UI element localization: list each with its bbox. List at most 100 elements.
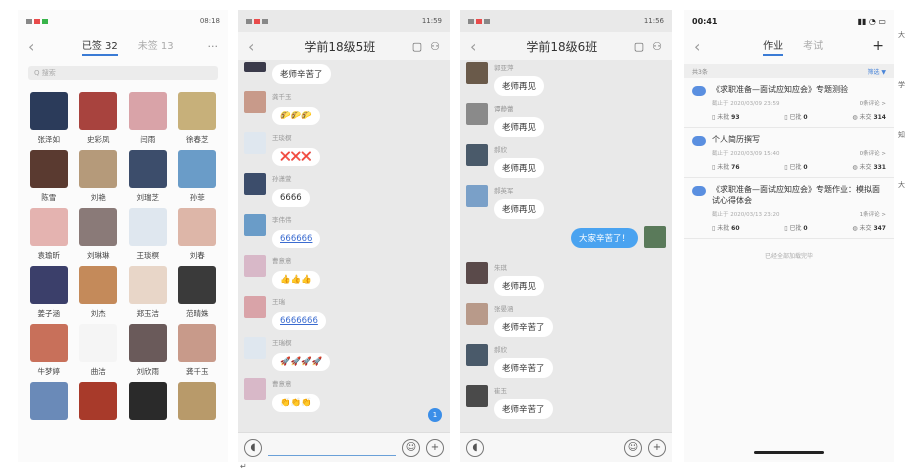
- status-time: 11:59: [421, 17, 442, 25]
- message-bubble: 老师辛苦了: [494, 399, 553, 419]
- student-card[interactable]: 刘春: [177, 208, 219, 260]
- plus-icon[interactable]: +: [648, 438, 666, 457]
- student-card[interactable]: 龚千玉: [177, 324, 219, 376]
- student-name: 刘艳: [90, 193, 106, 202]
- sender-name: 王琰榠: [272, 134, 292, 142]
- chat-message: 崔玉 老师辛苦了: [466, 385, 666, 419]
- members-icon[interactable]: ⚇: [652, 40, 662, 53]
- sender-name: 郝英军: [494, 187, 514, 195]
- message-bubble: 老师再见: [494, 117, 545, 137]
- student-card[interactable]: 刘瑞芝: [127, 150, 169, 202]
- homework-item[interactable]: 《求职准备—面试应知应会》专题作业：模拟面试心得体会 截止于 2020/03/13…: [684, 178, 894, 239]
- student-card[interactable]: 张泽如: [28, 92, 70, 144]
- comment-count[interactable]: 0条评论 >: [860, 99, 886, 107]
- back-icon[interactable]: ‹: [470, 37, 490, 56]
- add-button[interactable]: +: [872, 38, 884, 54]
- ungraded-stat: ▯ 未批 76: [712, 164, 740, 171]
- message-input[interactable]: [268, 440, 396, 456]
- message-bubble: 👏👏👏: [272, 394, 320, 412]
- sender-name: 郝欣: [494, 346, 507, 354]
- tab-unsigned[interactable]: 未签 13: [138, 37, 174, 56]
- student-name: 刘杰: [90, 309, 106, 318]
- message-bubble[interactable]: 666666: [272, 230, 321, 248]
- avatar: [466, 262, 488, 284]
- chat-message: 郭亚萍 老师再见: [466, 62, 666, 96]
- sender-name: 郭亚萍: [494, 64, 514, 72]
- voice-icon[interactable]: ◖: [466, 438, 484, 457]
- student-card[interactable]: 刘艳: [78, 150, 120, 202]
- avatar: [466, 103, 488, 125]
- comment-count[interactable]: 1条评论 >: [860, 210, 886, 218]
- search-input[interactable]: Q 搜索: [28, 66, 218, 80]
- student-name: 孙菲: [189, 193, 205, 202]
- homework-item[interactable]: 《求职准备—面试应知应会》专题测验 截止于 2020/03/09 23:59 0条评…: [684, 78, 894, 128]
- message-bubble[interactable]: 6666666: [272, 312, 326, 330]
- members-icon[interactable]: ⚇: [430, 40, 440, 53]
- student-card[interactable]: [127, 382, 169, 434]
- files-icon[interactable]: ▢: [412, 40, 422, 53]
- student-card[interactable]: 袁瑜昕: [28, 208, 70, 260]
- student-card[interactable]: 闫雨: [127, 92, 169, 144]
- emoji-icon[interactable]: ☺: [624, 438, 642, 457]
- emoji-icon[interactable]: ☺: [402, 438, 420, 457]
- avatar: [128, 208, 167, 246]
- student-card[interactable]: 郑玉洁: [127, 266, 169, 318]
- chat-input-bar: ◖ ☺ +: [460, 432, 672, 462]
- chat-message: 李伟伟 666666: [244, 214, 444, 248]
- student-card[interactable]: 刘琳琳: [78, 208, 120, 260]
- student-card[interactable]: 范晴姝: [177, 266, 219, 318]
- student-name: 曲洁: [90, 367, 106, 376]
- back-icon[interactable]: ‹: [28, 37, 48, 56]
- graded-stat: ▯ 已批 0: [784, 114, 808, 121]
- chat-navbar: ‹ 学前18级5班 ▢ ⚇: [238, 32, 450, 60]
- avatar: [29, 208, 68, 246]
- student-card[interactable]: 刘欣雨: [127, 324, 169, 376]
- avatar: [29, 382, 68, 420]
- home-indicator: [754, 451, 824, 454]
- avatar: [29, 150, 68, 188]
- back-icon[interactable]: ‹: [248, 37, 268, 56]
- files-icon[interactable]: ▢: [634, 40, 644, 53]
- tab-signed[interactable]: 已签 32: [81, 37, 118, 56]
- student-card[interactable]: [78, 382, 120, 434]
- student-card[interactable]: 徐春芝: [177, 92, 219, 144]
- student-card[interactable]: [28, 382, 70, 434]
- tab-exam[interactable]: 考试: [803, 37, 823, 56]
- avatar: [29, 92, 68, 130]
- unsubmitted-stat: ◍ 未交 314: [852, 114, 886, 121]
- student-card[interactable]: [177, 382, 219, 434]
- more-icon[interactable]: ···: [208, 40, 219, 53]
- student-card[interactable]: 史彩凤: [78, 92, 120, 144]
- student-name: 徐春芝: [186, 135, 209, 144]
- back-icon[interactable]: ‹: [694, 37, 714, 56]
- voice-icon[interactable]: ◖: [244, 438, 262, 457]
- avatar: [79, 92, 118, 130]
- homework-item[interactable]: 个人简历撰写 截止于 2020/03/09 15:40 0条评论 > ▯ 未批 76 ▯…: [684, 128, 894, 178]
- avatar: [178, 150, 217, 188]
- chat-message: 张晏涵 老师辛苦了: [466, 303, 666, 337]
- homework-title: 《求职准备—面试应知应会》专题测验: [712, 85, 848, 94]
- avatar: [128, 92, 167, 130]
- student-card[interactable]: 姜子涵: [28, 266, 70, 318]
- student-card[interactable]: 陈雪: [28, 150, 70, 202]
- plus-icon[interactable]: +: [426, 438, 444, 457]
- avatar: [79, 150, 118, 188]
- unread-badge[interactable]: 1: [428, 408, 442, 422]
- student-card[interactable]: 孙菲: [177, 150, 219, 202]
- filter-bar: 共3条 筛选 ▼: [684, 64, 894, 78]
- comment-count[interactable]: 0条评论 >: [860, 149, 886, 157]
- filter-button[interactable]: 筛选 ▼: [867, 67, 886, 76]
- student-card[interactable]: 刘杰: [78, 266, 120, 318]
- avatar: [466, 144, 488, 166]
- tab-homework[interactable]: 作业: [763, 37, 784, 56]
- student-card[interactable]: 王琰榠: [127, 208, 169, 260]
- status-bar: 11:56: [460, 10, 672, 32]
- graded-stat: ▯ 已批 0: [784, 164, 808, 171]
- student-card[interactable]: 牛梦婷: [28, 324, 70, 376]
- student-card[interactable]: 曲洁: [78, 324, 120, 376]
- status-bar: 08:18: [18, 10, 228, 32]
- status-bar: 11:59: [238, 10, 450, 32]
- message-bubble: 6666: [272, 189, 310, 207]
- chat-messages: 老师辛苦了 龚千玉 🌮🌮🌮 王琰榠 ❌❌❌ 孙潇萱 6666 李伟伟 666666 曹意意 👍👍👍…: [238, 60, 450, 421]
- message-bubble: 老师再见: [494, 76, 545, 96]
